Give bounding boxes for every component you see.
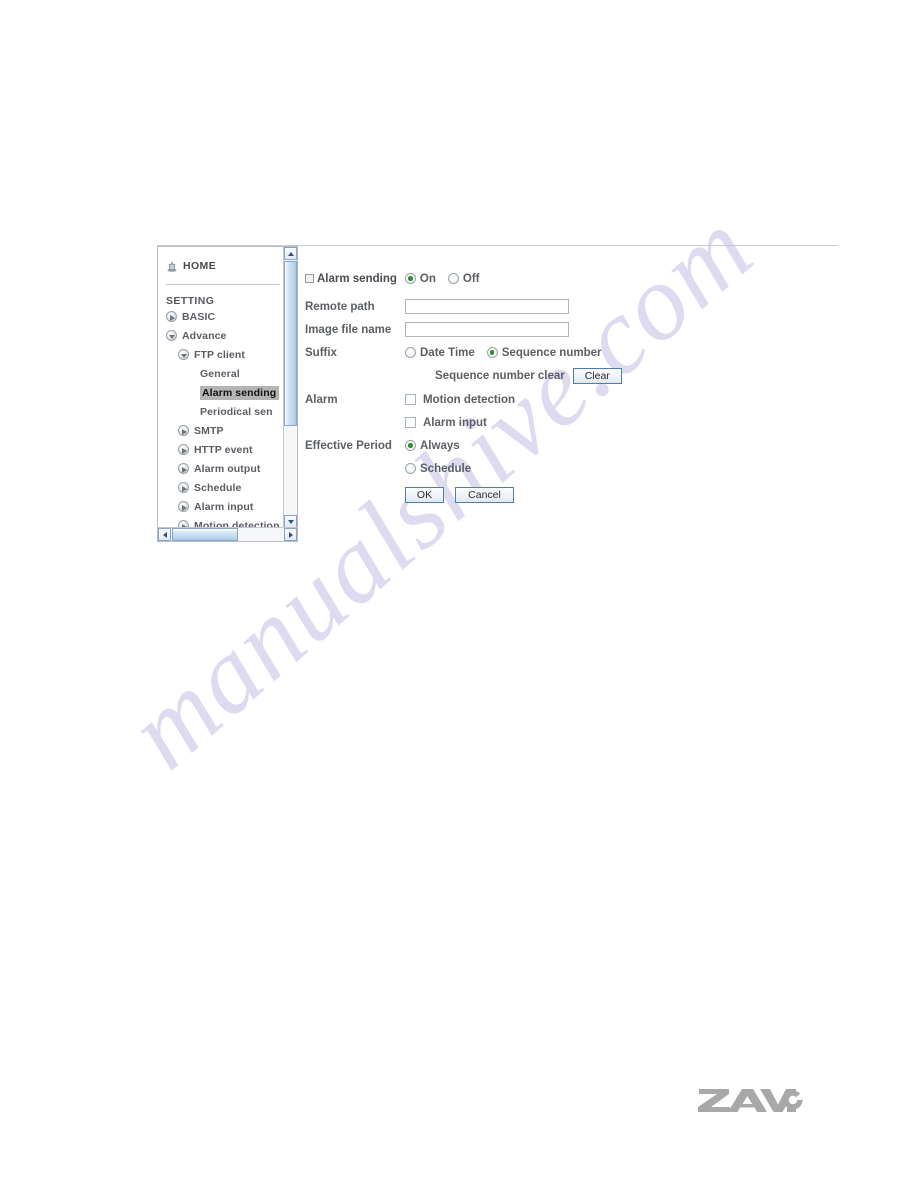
label-alarm: Alarm [305,393,338,406]
sidebar-scroll-content: HOME SETTING BASIC Advance FTP client Ge… [158,247,284,528]
triangle-right-icon [166,311,177,322]
radio-effective-period-always[interactable] [405,440,416,451]
label-suffix-date-time: Date Time [420,346,475,359]
sidebar-item-alarm-sending[interactable]: Alarm sending [158,383,284,402]
home-icon [166,260,178,272]
sidebar-item-label: Alarm input [194,500,254,513]
label-suffix: Suffix [305,346,337,359]
sidebar-item-label: Advance [182,329,227,342]
sidebar-item-label: SMTP [194,424,224,437]
sidebar-item-label: Alarm output [194,462,261,475]
sidebar-horizontal-scrollbar[interactable] [158,527,297,541]
row-alarm-motion-detection: Alarm Motion detection [305,388,825,411]
image-file-name-input[interactable] [405,322,569,337]
sidebar-vertical-scrollbar[interactable] [283,247,297,528]
sidebar-item-label: HTTP event [194,443,253,456]
sidebar-item-periodical-sending[interactable]: Periodical sen [158,402,284,421]
label-remote-path: Remote path [305,300,375,313]
sidebar-item-label: FTP client [194,348,245,361]
cancel-button[interactable]: Cancel [455,487,514,503]
triangle-down-icon [178,349,189,360]
row-sequence-number-clear: Sequence number clear Clear [305,364,825,388]
ok-button[interactable]: OK [405,487,444,503]
row-alarm-alarm-input: Alarm input [305,411,825,434]
label-alarm-sending-on: On [419,272,436,285]
sidebar-panel: HOME SETTING BASIC Advance FTP client Ge… [157,246,298,542]
triangle-right-icon [178,444,189,455]
clear-button[interactable]: Clear [572,368,622,384]
page-watermark: manualshive.com [0,0,918,1188]
sidebar-item-alarm-output[interactable]: Alarm output [158,459,284,478]
sidebar-item-ftp-client[interactable]: FTP client [158,345,284,364]
row-remote-path: Remote path [305,295,825,318]
sidebar-item-home[interactable]: HOME [158,247,284,276]
radio-alarm-sending-on[interactable] [404,273,416,284]
label-sequence-number-clear: Sequence number clear [435,370,565,382]
sidebar-item-http-event[interactable]: HTTP event [158,440,284,459]
radio-suffix-date-time[interactable] [405,347,416,358]
label-effective-period: Effective Period [305,439,392,452]
sidebar-item-label: BASIC [182,310,216,323]
label-always: Always [420,439,460,452]
zavio-logo [697,1086,803,1114]
checkbox-alarm-input[interactable] [405,417,416,428]
home-label: HOME [183,260,217,272]
sidebar-item-basic[interactable]: BASIC [158,307,284,326]
radio-alarm-sending-off[interactable] [447,273,459,284]
page-title: Alarm sending [317,272,397,285]
label-image-file-name: Image file name [305,323,392,336]
triangle-right-icon [178,425,189,436]
triangle-right-icon [178,482,189,493]
horizontal-scroll-thumb[interactable] [172,528,238,541]
sidebar-item-schedule[interactable]: Schedule [158,478,284,497]
sidebar-item-advance[interactable]: Advance [158,326,284,345]
sidebar-item-label: Periodical sen [200,405,273,418]
triangle-right-icon [178,501,189,512]
row-effective-period-always: Effective Period Always [305,434,825,457]
sidebar-item-alarm-input[interactable]: Alarm input [158,497,284,516]
sidebar-item-general[interactable]: General [158,364,284,383]
triangle-down-icon [166,330,177,341]
label-alarm-input: Alarm input [423,416,487,429]
sidebar-item-smtp[interactable]: SMTP [158,421,284,440]
row-image-file-name: Image file name [305,318,825,341]
sidebar-item-label: Alarm sending [200,385,280,400]
radio-suffix-sequence-number[interactable] [486,347,498,358]
label-alarm-sending-off: Off [462,272,480,285]
scroll-left-arrow-icon[interactable] [158,528,171,541]
vertical-scroll-thumb[interactable] [284,261,297,426]
row-effective-period-schedule: Schedule [305,457,825,480]
alarm-sending-form: Alarm sending On Off Remote path Image f… [305,270,825,503]
scroll-up-arrow-icon[interactable] [284,247,297,260]
form-action-buttons: OK Cancel [305,487,825,503]
scroll-right-arrow-icon[interactable] [284,528,297,541]
radio-effective-period-schedule[interactable] [405,463,416,474]
form-header-row: Alarm sending On Off [305,270,825,287]
label-schedule: Schedule [420,462,472,475]
sidebar-item-label: General [200,367,240,380]
sidebar-section-setting: SETTING [166,295,215,307]
row-suffix: Suffix Date Time Sequence number [305,341,825,364]
triangle-right-icon [178,463,189,474]
label-motion-detection: Motion detection [423,393,515,406]
collapse-box-icon[interactable] [305,274,314,283]
checkbox-motion-detection[interactable] [405,394,416,405]
camera-settings-screenshot: HOME SETTING BASIC Advance FTP client Ge… [157,246,838,544]
remote-path-input[interactable] [405,299,569,314]
sidebar-item-label: Schedule [194,481,242,494]
label-suffix-sequence-number: Sequence number [501,346,602,359]
